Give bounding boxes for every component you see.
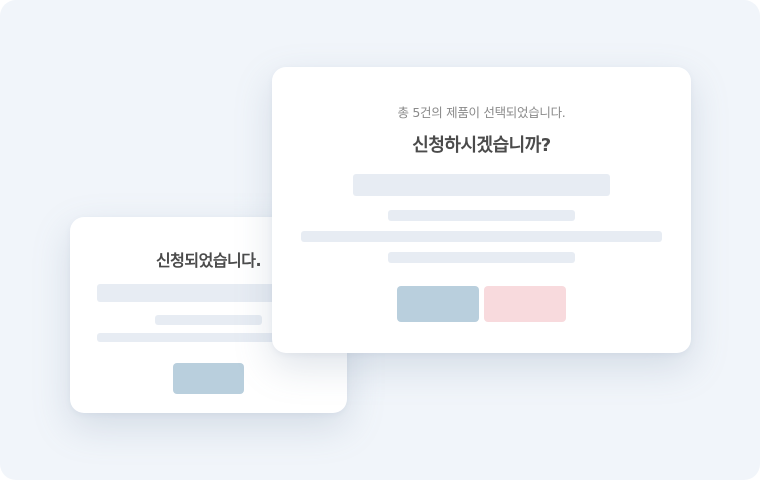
placeholder-text-line xyxy=(301,231,662,242)
confirm-button[interactable] xyxy=(397,286,479,322)
confirmation-question: 신청하시겠습니까? xyxy=(412,135,551,156)
selection-summary: 총 5건의 제품이 선택되었습니다. xyxy=(397,105,566,120)
illustration-canvas: 신청되었습니다. 총 5건의 제품이 선택되었습니다. 신청하시겠습니까? xyxy=(0,0,760,480)
ok-button[interactable] xyxy=(173,363,244,394)
confirmation-dialog: 총 5건의 제품이 선택되었습니다. 신청하시겠습니까? xyxy=(272,67,691,353)
placeholder-field xyxy=(353,174,610,196)
placeholder-text-line xyxy=(388,210,575,221)
cancel-button[interactable] xyxy=(484,286,566,322)
placeholder-text-line xyxy=(155,315,262,325)
placeholder-text-line xyxy=(388,252,575,263)
